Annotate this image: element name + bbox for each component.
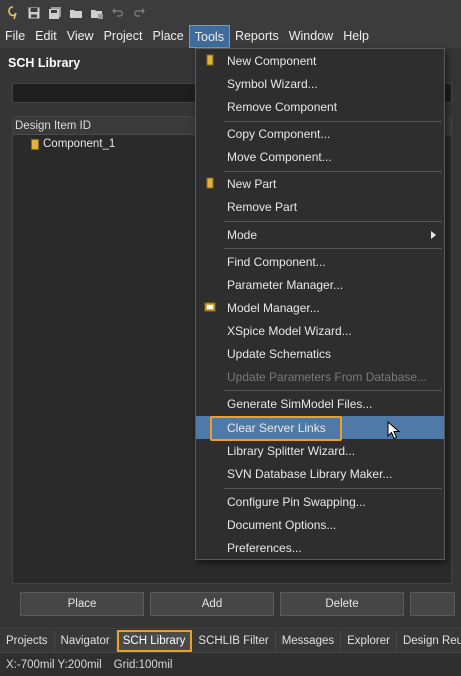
menu-item-new-component[interactable]: New Component: [196, 49, 444, 72]
menu-reports[interactable]: Reports: [230, 25, 284, 48]
undo-icon[interactable]: [109, 4, 127, 22]
menu-item-new-part[interactable]: New Part: [196, 172, 444, 195]
open-project-icon[interactable]: [88, 4, 106, 22]
menu-item-model-manager[interactable]: Model Manager...: [196, 296, 444, 319]
tab-sch-library[interactable]: SCH Library: [116, 630, 193, 652]
menu-item-remove-component[interactable]: Remove Component: [196, 95, 444, 118]
place-button[interactable]: Place: [20, 592, 144, 616]
menu-bar: File Edit View Project Place Tools Repor…: [0, 25, 461, 48]
status-bar: X:-700mil Y:200mil Grid:100mil: [0, 652, 461, 676]
menu-separator: [224, 221, 442, 222]
menu-item-svn-database-library-maker[interactable]: SVN Database Library Maker...: [196, 462, 444, 485]
menu-item-remove-part[interactable]: Remove Part: [196, 195, 444, 218]
cursor-coordinates: X:-700mil Y:200mil: [6, 658, 102, 671]
menu-tools[interactable]: Tools: [188, 25, 230, 48]
mouse-cursor-icon: [387, 421, 401, 440]
tab-design-reuse[interactable]: Design Reuse: [396, 630, 461, 652]
menu-item-library-splitter-wizard[interactable]: Library Splitter Wizard...: [196, 439, 444, 462]
part-icon: [204, 177, 216, 189]
menu-project[interactable]: Project: [99, 25, 148, 48]
menu-item-find-component[interactable]: Find Component...: [196, 250, 444, 273]
menu-window[interactable]: Window: [284, 25, 338, 48]
menu-help[interactable]: Help: [338, 25, 374, 48]
menu-separator: [224, 488, 442, 489]
menu-item-symbol-wizard[interactable]: Symbol Wizard...: [196, 72, 444, 95]
menu-item-update-parameters-from-database: Update Parameters From Database...: [227, 369, 428, 384]
menu-item-xspice-model-wizard[interactable]: XSpice Model Wizard...: [196, 319, 444, 342]
component-name: Component_1: [43, 138, 116, 150]
menu-item-move-component[interactable]: Move Component...: [196, 145, 444, 168]
save-all-icon[interactable]: [46, 4, 64, 22]
menu-item-document-options[interactable]: Document Options...: [196, 513, 444, 536]
component-icon: [204, 54, 216, 66]
menu-view[interactable]: View: [62, 25, 99, 48]
grid-size: Grid:100mil: [113, 658, 173, 671]
submenu-arrow-icon: [431, 231, 436, 239]
menu-item-clear-server-links[interactable]: Clear Server Links: [196, 416, 444, 441]
component-icon: [31, 138, 39, 150]
tools-dropdown-menu: New Component Symbol Wizard... Remove Co…: [195, 48, 445, 560]
panel-title: SCH Library: [8, 56, 81, 70]
model-manager-icon: [204, 301, 216, 313]
tab-messages[interactable]: Messages: [275, 630, 342, 652]
save-icon[interactable]: [25, 4, 43, 22]
menu-item-update-schematics[interactable]: Update Schematics: [196, 342, 444, 365]
menu-separator: [224, 390, 442, 391]
menu-item-generate-simmodel-files[interactable]: Generate SimModel Files...: [196, 392, 444, 415]
panel-tabs: Projects Navigator SCH Library SCHLIB Fi…: [0, 628, 461, 652]
menu-place[interactable]: Place: [147, 25, 188, 48]
tab-schlib-filter[interactable]: SCHLIB Filter: [192, 630, 276, 652]
tab-explorer[interactable]: Explorer: [341, 630, 397, 652]
menu-item-preferences[interactable]: Preferences...: [196, 536, 444, 559]
add-button[interactable]: Add: [150, 592, 274, 616]
menu-edit[interactable]: Edit: [30, 25, 62, 48]
menu-item-copy-component[interactable]: Copy Component...: [196, 122, 444, 145]
tab-projects[interactable]: Projects: [0, 630, 55, 652]
menu-item-mode[interactable]: Mode: [196, 223, 444, 246]
title-bar: [0, 0, 461, 25]
open-folder-icon[interactable]: [67, 4, 85, 22]
panel-button-row: Place Add Delete: [20, 592, 455, 616]
edit-button[interactable]: [410, 592, 455, 616]
app-logo-icon[interactable]: [4, 4, 22, 22]
menu-item-configure-pin-swapping[interactable]: Configure Pin Swapping...: [196, 490, 444, 513]
delete-button[interactable]: Delete: [280, 592, 404, 616]
menu-separator: [224, 248, 442, 249]
redo-icon[interactable]: [130, 4, 148, 22]
menu-file[interactable]: File: [0, 25, 30, 48]
tab-navigator[interactable]: Navigator: [54, 630, 117, 652]
menu-item-parameter-manager[interactable]: Parameter Manager...: [196, 273, 444, 296]
